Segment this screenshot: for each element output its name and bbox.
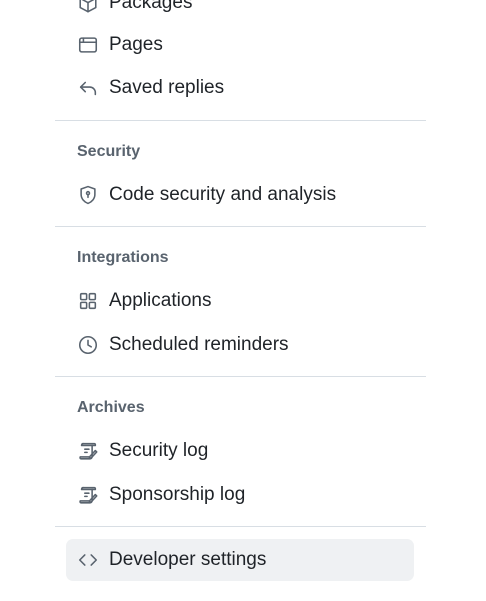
code-icon [76, 548, 100, 572]
log-icon [76, 439, 100, 463]
sidebar-item-label: Security log [109, 440, 209, 461]
sidebar-item-label: Scheduled reminders [109, 334, 289, 355]
apps-icon [76, 289, 100, 313]
shield-lock-icon [76, 183, 100, 207]
sidebar-item-code-security[interactable]: Code security and analysis [66, 174, 414, 216]
sidebar-item-saved-replies[interactable]: Saved replies [66, 67, 414, 109]
divider [55, 526, 426, 527]
sidebar-item-label: Developer settings [109, 549, 267, 570]
sidebar-item-applications[interactable]: Applications [66, 280, 414, 322]
reply-icon [76, 76, 100, 100]
log-icon [76, 483, 100, 507]
package-icon [76, 0, 100, 15]
sidebar-item-label: Saved replies [109, 77, 225, 98]
sidebar-item-label: Code security and analysis [109, 184, 337, 205]
sidebar-item-pages[interactable]: Pages [66, 24, 414, 66]
browser-icon [76, 33, 100, 57]
divider [55, 226, 426, 227]
sidebar-item-sponsorship-log[interactable]: Sponsorship log [66, 474, 414, 516]
sidebar-item-scheduled-reminders[interactable]: Scheduled reminders [66, 324, 414, 366]
section-heading-archives: Archives [77, 399, 145, 416]
section-heading-security: Security [77, 143, 141, 160]
sidebar-item-packages[interactable]: Packages [66, 0, 414, 24]
clock-icon [76, 333, 100, 357]
sidebar-item-label: Applications [109, 290, 212, 311]
sidebar-item-developer-settings[interactable]: Developer settings [66, 539, 414, 581]
sidebar-item-security-log[interactable]: Security log [66, 430, 414, 472]
section-heading-integrations: Integrations [77, 249, 169, 266]
divider [55, 376, 426, 377]
sidebar-item-label: Sponsorship log [109, 484, 246, 505]
sidebar-item-label: Packages [109, 0, 193, 13]
divider [55, 120, 426, 121]
sidebar-item-label: Pages [109, 34, 163, 55]
